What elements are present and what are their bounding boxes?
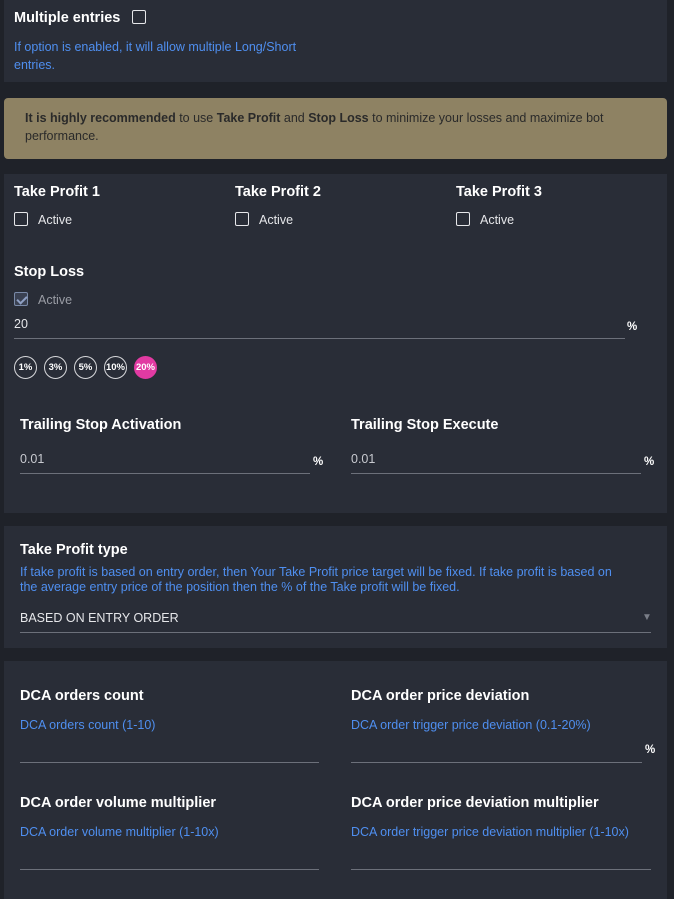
tp2-active-label: Active [259,213,294,227]
dca-deviation-title: DCA order price deviation [351,688,530,704]
recommendation-text-2: and [280,111,309,125]
multiple-entries-title: Multiple entries [14,10,121,26]
take-profit-type-title: Take Profit type [20,542,128,558]
dca-deviation-unit: % [645,744,656,756]
multiple-entries-description-line2: entries. [14,58,55,72]
tp1-active-label: Active [38,213,73,227]
dca-dev-mult-input-underline[interactable] [351,869,651,870]
recommendation-strong-3: Stop Loss [308,111,369,125]
take-profit-type-underline [20,632,651,633]
recommendation-banner: It is highly recommended to use Take Pro… [4,98,667,159]
recommendation-line2: performance. [25,129,99,143]
trailing-execute-title: Trailing Stop Execute [351,417,499,433]
stop-loss-title: Stop Loss [14,264,85,280]
trailing-execute-unit: % [644,456,655,468]
stop-loss-preset-1[interactable]: 1% [14,356,37,379]
dca-deviation-hint: DCA order trigger price deviation (0.1-2… [351,718,591,732]
recommendation-text-1: to use [175,111,217,125]
tp1-title: Take Profit 1 [14,184,100,200]
dca-count-input-underline[interactable] [20,762,319,763]
chevron-down-icon[interactable]: ▼ [642,612,652,623]
take-profit-type-card: Take Profit type If take profit is based… [4,526,667,648]
dca-card: DCA orders count DCA orders count (1-10)… [4,661,667,899]
recommendation-strong-2: Take Profit [216,111,281,125]
stop-loss-input-underline [14,338,625,339]
dca-volume-title: DCA order volume multiplier [20,795,217,811]
stop-loss-unit: % [627,321,638,333]
tp2-title: Take Profit 2 [235,184,321,200]
recommendation-text-3: to minimize your losses and maximize bot [368,111,604,125]
tp3-title: Take Profit 3 [456,184,542,200]
stop-loss-preset-3[interactable]: 3% [44,356,67,379]
tp3-active-checkbox[interactable] [456,212,470,226]
dca-deviation-input-underline[interactable] [351,762,642,763]
stop-loss-active-checkbox[interactable] [14,292,28,306]
trailing-activation-title: Trailing Stop Activation [20,417,182,433]
stop-loss-preset-10[interactable]: 10% [104,356,127,379]
multiple-entries-checkbox[interactable] [132,10,146,24]
trailing-activation-input[interactable]: 0.01 [20,452,44,466]
recommendation-strong-1: It is highly recommended [25,111,176,125]
dca-count-hint: DCA orders count (1-10) [20,718,156,732]
dca-dev-mult-title: DCA order price deviation multiplier [351,795,599,811]
trailing-execute-input[interactable]: 0.01 [351,452,375,466]
trailing-activation-unit: % [313,456,324,468]
stop-loss-preset-5[interactable]: 5% [74,356,97,379]
multiple-entries-card: Multiple entries If option is enabled, i… [4,0,667,82]
multiple-entries-description-line1: If option is enabled, it will allow mult… [14,40,297,54]
stop-loss-preset-20[interactable]: 20% [134,356,157,379]
dca-volume-input-underline[interactable] [20,869,319,870]
dca-dev-mult-hint: DCA order trigger price deviation multip… [351,825,629,839]
recommendation-line1: It is highly recommended to use Take Pro… [25,111,603,125]
tp1-active-checkbox[interactable] [14,212,28,226]
stop-loss-active-label: Active [38,293,73,307]
take-profit-type-description-line2: the average entry price of the position … [20,580,460,594]
dca-volume-hint: DCA order volume multiplier (1-10x) [20,825,219,839]
tp2-active-checkbox[interactable] [235,212,249,226]
stop-loss-input[interactable]: 20 [14,317,28,331]
tp-sl-card: Take Profit 1 Active Take Profit 2 Activ… [4,174,667,513]
trailing-execute-underline [351,473,641,474]
take-profit-type-select-value[interactable]: BASED ON ENTRY ORDER [20,611,179,625]
dca-count-title: DCA orders count [20,688,144,704]
trailing-activation-underline [20,473,310,474]
tp3-active-label: Active [480,213,515,227]
